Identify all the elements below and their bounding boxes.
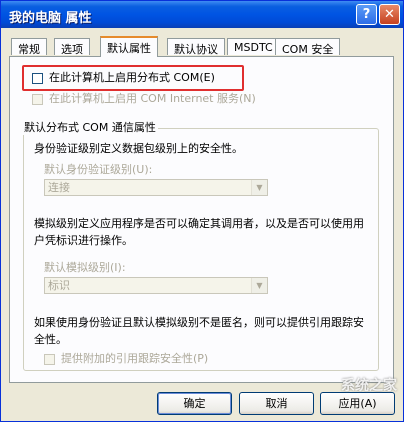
tab-default-protocols[interactable]: 默认协议	[167, 38, 225, 56]
ok-button[interactable]: 确定	[157, 392, 232, 415]
tab-panel: 在此计算机上启用分布式 COM(E) 在此计算机上启用 COM Internet…	[9, 56, 394, 383]
enable-com-internet-label: 在此计算机上启用 COM Internet 服务(N)	[49, 92, 256, 105]
auth-description: 身份验证级别定义数据包级别上的安全性。	[34, 142, 243, 155]
properties-dialog: 我的电脑 属性 ? ✕ 常规 选项 默认属性 默认协议 MSDTC COM 安全…	[0, 0, 404, 422]
enable-com-internet-checkbox	[32, 93, 43, 105]
auth-level-value: 连接	[48, 181, 70, 194]
chevron-down-icon: ▼	[251, 180, 267, 195]
enable-dcom-checkbox[interactable]	[32, 72, 43, 84]
tab-options[interactable]: 选项	[54, 38, 90, 56]
auth-level-label: 默认身份验证级别(U):	[44, 163, 153, 176]
tab-com-security[interactable]: COM 安全	[275, 38, 341, 56]
close-button[interactable]: ✕	[379, 4, 400, 25]
title-bar[interactable]: 我的电脑 属性 ? ✕	[1, 1, 403, 28]
tab-msdtc[interactable]: MSDTC	[227, 38, 280, 55]
group-title: 默认分布式 COM 通信属性	[22, 119, 158, 135]
impersonation-description: 模拟级别定义应用程序是否可以确定其调用者，以及是否可以使用用户凭标识进行操作。	[34, 217, 364, 247]
enable-com-internet-option: 在此计算机上启用 COM Internet 服务(N)	[32, 90, 256, 106]
impersonation-level-value: 标识	[48, 279, 70, 292]
help-button[interactable]: ?	[356, 4, 377, 25]
chevron-down-icon: ▼	[251, 278, 267, 293]
tab-general[interactable]: 常规	[11, 38, 47, 56]
reference-tracking-label: 提供附加的引用跟踪安全性(P)	[61, 352, 209, 365]
enable-dcom-option[interactable]: 在此计算机上启用分布式 COM(E)	[22, 65, 244, 91]
reference-tracking-option: 提供附加的引用跟踪安全性(P)	[44, 350, 208, 366]
auth-level-select: 连接 ▼	[44, 179, 268, 196]
cancel-button[interactable]: 取消	[239, 392, 314, 415]
reference-tracking-checkbox	[44, 353, 55, 365]
impersonation-level-select: 标识 ▼	[44, 277, 268, 294]
tab-default-properties[interactable]: 默认属性	[100, 36, 158, 57]
watermark-logo: 系统之家	[341, 378, 397, 394]
enable-dcom-label: 在此计算机上启用分布式 COM(E)	[49, 71, 215, 84]
impersonation-level-label: 默认模拟级别(I):	[44, 261, 126, 274]
reference-tracking-description: 如果使用身份验证且默认模拟级别不是匿名，则可以提供引用跟踪安全性。	[34, 316, 364, 346]
apply-button[interactable]: 应用(A)	[320, 392, 395, 415]
window-title: 我的电脑 属性	[9, 11, 92, 26]
